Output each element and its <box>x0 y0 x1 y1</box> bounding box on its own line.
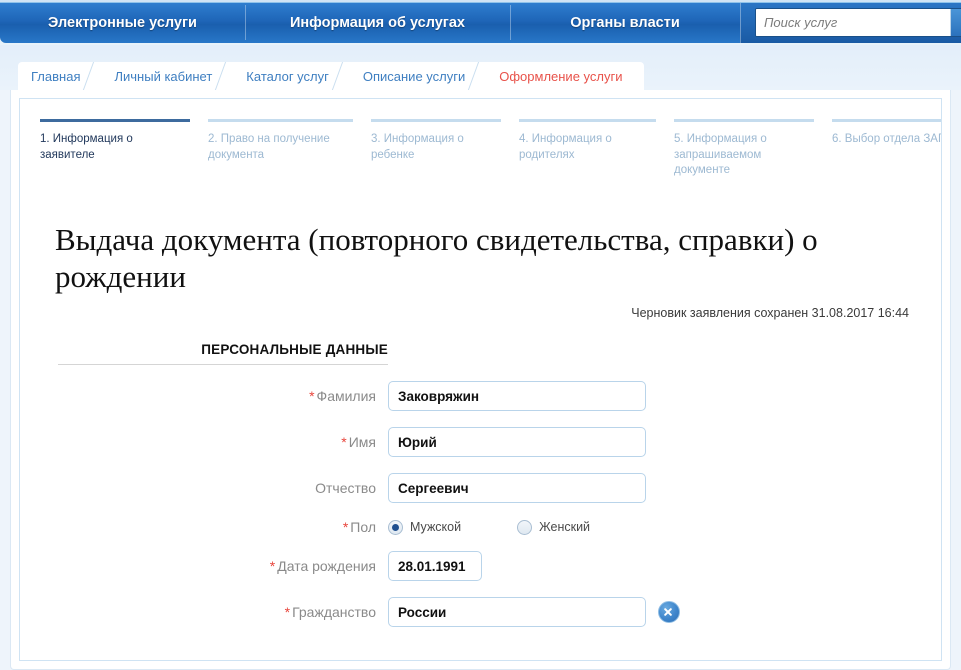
search-box <box>755 8 961 37</box>
surname-input[interactable] <box>388 381 646 412</box>
content-inner-panel: 1. Информация о заявителе 2. Право на по… <box>19 98 942 661</box>
content-panel: 1. Информация о заявителе 2. Право на по… <box>10 90 951 670</box>
step-progress-bar <box>832 119 941 122</box>
required-marker: * <box>284 604 291 621</box>
step-1-applicant-info[interactable]: 1. Информация о заявителе <box>40 119 208 163</box>
section-divider <box>58 364 388 366</box>
top-navigation: Электронные услуги Информация об услугах… <box>0 2 961 43</box>
field-row-patronymic: Отчество <box>40 473 921 504</box>
step-label: 5. Информация о запрашиваемом документе <box>674 133 767 177</box>
step-3-child-info[interactable]: 3. Информация о ребенке <box>371 119 519 163</box>
step-4-parents-info[interactable]: 4. Информация о родителях <box>519 119 674 163</box>
top-navigation-bar: Электронные услуги Информация об услугах… <box>0 0 961 45</box>
nav-item-authorities[interactable]: Органы власти <box>510 2 740 43</box>
breadcrumb-item-service-description[interactable]: Описание услуги <box>349 62 479 90</box>
label-gender: * Пол <box>58 519 388 535</box>
breadcrumb: Главная Личный кабинет Каталог услуг Опи… <box>18 62 645 90</box>
radio-label: Женский <box>539 520 591 535</box>
required-marker: * <box>269 558 276 575</box>
clear-circle-icon[interactable] <box>658 601 680 624</box>
personal-data-form: ПЕРСОНАЛЬНЫЕ ДАННЫЕ *Фамилия *Имя Отчест… <box>40 342 921 628</box>
step-progress-bar <box>371 119 501 122</box>
label-birthdate: * Дата рождения <box>58 558 388 574</box>
step-progress-bar <box>40 119 190 122</box>
label-citizenship: * Гражданство <box>58 604 388 620</box>
step-wizard: 1. Информация о заявителе 2. Право на по… <box>40 119 941 179</box>
breadcrumb-label: Оформление услуги <box>499 68 623 84</box>
label-text: Отчество <box>315 480 376 497</box>
breadcrumb-item-service-catalog[interactable]: Каталог услуг <box>233 62 342 90</box>
breadcrumb-label: Главная <box>31 68 81 84</box>
step-2-document-right[interactable]: 2. Право на получение документа <box>208 119 371 163</box>
radio-label: Мужской <box>410 520 462 535</box>
section-title: ПЕРСОНАЛЬНЫЕ ДАННЫЕ <box>201 342 388 358</box>
step-label: 1. Информация о заявителе <box>40 133 133 161</box>
step-label: 6. Выбор отдела ЗАГС <box>832 133 942 145</box>
breadcrumb-item-service-application[interactable]: Оформление услуги <box>486 62 645 90</box>
birthdate-input[interactable] <box>388 551 482 582</box>
breadcrumb-label: Каталог услуг <box>246 68 329 84</box>
radio-icon <box>517 519 533 535</box>
label-name: * Имя <box>58 434 388 450</box>
citizenship-input[interactable] <box>388 597 646 628</box>
search-icon[interactable] <box>950 9 961 36</box>
label-text: Фамилия <box>316 388 376 405</box>
gender-option-female[interactable]: Женский <box>517 519 591 535</box>
nav-item-label: Информация об услугах <box>290 14 465 31</box>
gender-radio-group: Мужской Женский <box>388 519 591 535</box>
label-text: Гражданство <box>292 604 376 621</box>
step-5-requested-document-info[interactable]: 5. Информация о запрашиваемом документе <box>674 119 832 179</box>
step-progress-bar <box>519 119 656 122</box>
label-surname: * Фамилия <box>58 388 388 404</box>
breadcrumb-item-home[interactable]: Главная <box>18 62 94 90</box>
patronymic-input[interactable] <box>388 473 646 504</box>
field-row-gender: * Пол Мужской Женский <box>40 519 921 535</box>
search-area <box>740 2 961 43</box>
label-text: Пол <box>350 519 376 536</box>
nav-item-services-info[interactable]: Информация об услугах <box>245 2 510 43</box>
required-marker: * <box>309 388 315 405</box>
step-progress-bar <box>208 119 353 122</box>
breadcrumb-item-personal-account[interactable]: Личный кабинет <box>101 62 226 90</box>
breadcrumb-label: Описание услуги <box>362 68 466 84</box>
step-label: 4. Информация о родителях <box>519 133 612 161</box>
page-title: Выдача документа (повторного свидетельст… <box>55 221 818 295</box>
nav-item-label: Электронные услуги <box>48 14 197 31</box>
label-text: Дата рождения <box>277 558 376 575</box>
field-row-name: * Имя <box>40 427 921 458</box>
field-row-surname: * Фамилия <box>40 381 921 412</box>
step-6-registry-office-choice[interactable]: 6. Выбор отдела ЗАГС <box>832 119 942 148</box>
breadcrumb-bar: Главная Личный кабинет Каталог услуг Опи… <box>0 45 961 90</box>
nav-item-label: Органы власти <box>570 14 680 31</box>
radio-icon <box>388 519 403 535</box>
required-marker: * <box>341 434 347 451</box>
search-input[interactable] <box>756 9 950 36</box>
nav-item-electronic-services[interactable]: Электронные услуги <box>0 2 245 43</box>
field-row-citizenship: * Гражданство <box>40 597 921 628</box>
breadcrumb-label: Личный кабинет <box>114 68 213 84</box>
gender-option-male[interactable]: Мужской <box>388 519 462 535</box>
step-label: 3. Информация о ребенке <box>371 133 464 161</box>
label-patronymic: Отчество <box>58 480 388 496</box>
required-marker: * <box>342 519 349 536</box>
draft-saved-note: Черновик заявления сохранен 31.08.2017 1… <box>631 306 909 321</box>
name-input[interactable] <box>388 427 646 458</box>
field-row-birthdate: * Дата рождения <box>40 551 921 582</box>
step-progress-bar <box>674 119 814 122</box>
step-label: 2. Право на получение документа <box>208 133 330 161</box>
label-text: Имя <box>348 434 376 451</box>
